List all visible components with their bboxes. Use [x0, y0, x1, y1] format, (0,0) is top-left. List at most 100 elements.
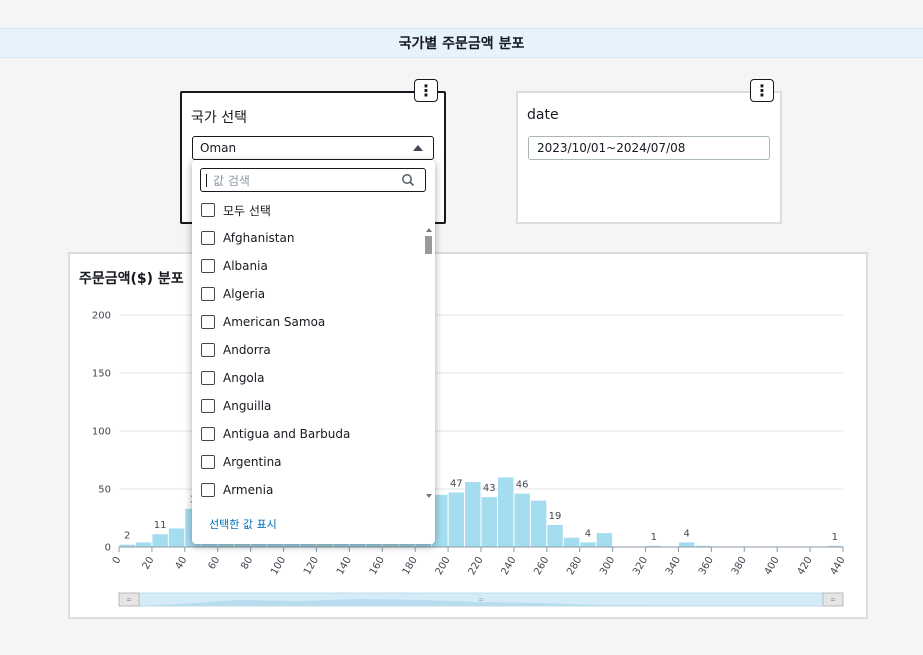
search-icon — [402, 174, 415, 187]
search-placeholder: 값 검색 — [213, 173, 250, 188]
histogram-bar[interactable] — [547, 524, 563, 547]
option-label: Afghanistan — [223, 231, 295, 245]
x-tick-label: 440 — [829, 555, 848, 577]
text-cursor — [206, 174, 207, 187]
x-tick-label: 160 — [368, 555, 387, 577]
x-tick-label: 120 — [302, 555, 321, 577]
checkbox[interactable] — [201, 455, 215, 469]
svg-text:=: = — [126, 596, 132, 604]
y-tick-label: 100 — [92, 427, 111, 438]
x-tick-label: 400 — [763, 555, 782, 577]
option-label: Armenia — [223, 483, 274, 497]
option-label: Antigua and Barbuda — [223, 427, 351, 441]
x-tick-label: 360 — [697, 555, 716, 577]
histogram-bar[interactable] — [580, 542, 596, 547]
checkbox[interactable] — [201, 231, 215, 245]
histogram-bar[interactable] — [563, 537, 580, 547]
x-tick-label: 100 — [269, 555, 288, 577]
option-argentina[interactable]: Argentina — [201, 448, 421, 476]
option-label: Anguilla — [223, 399, 272, 413]
country-dropdown-panel: 값 검색 모두 선택 Afghanistan Albania Algeria A… — [192, 160, 435, 544]
checkbox[interactable] — [201, 287, 215, 301]
dropdown-search-input[interactable]: 값 검색 — [200, 168, 426, 192]
option-afghanistan[interactable]: Afghanistan — [201, 224, 421, 252]
range-slider[interactable]: = = = — [118, 592, 844, 607]
histogram-bar[interactable] — [678, 542, 695, 547]
svg-text:=: = — [830, 596, 836, 604]
x-tick-label: 300 — [598, 555, 617, 577]
option-label: Angola — [223, 371, 265, 385]
checkbox[interactable] — [201, 399, 215, 413]
checkbox[interactable] — [201, 315, 215, 329]
x-tick-label: 180 — [401, 555, 420, 577]
x-tick-label: 80 — [239, 555, 255, 572]
x-tick-label: 320 — [631, 555, 650, 577]
bar-data-label: 19 — [549, 511, 562, 522]
x-tick-label: 420 — [796, 555, 815, 577]
checkbox[interactable] — [201, 343, 215, 357]
bar-data-label: 1 — [832, 532, 838, 543]
svg-text:=: = — [478, 596, 484, 604]
histogram-bar[interactable] — [481, 497, 497, 547]
option-american-samoa[interactable]: American Samoa — [201, 308, 421, 336]
option-select-all[interactable]: 모두 선택 — [201, 196, 421, 224]
histogram-bar[interactable] — [152, 534, 168, 547]
option-label: Albania — [223, 259, 268, 273]
x-tick-label: 20 — [141, 555, 157, 572]
histogram-bar[interactable] — [497, 477, 514, 547]
checkbox[interactable] — [201, 427, 215, 441]
scrollbar-thumb[interactable] — [425, 236, 432, 254]
option-angola[interactable]: Angola — [201, 364, 421, 392]
checkbox[interactable] — [201, 203, 215, 217]
option-anguilla[interactable]: Anguilla — [201, 392, 421, 420]
x-tick-label: 140 — [335, 555, 354, 577]
y-tick-label: 50 — [98, 485, 111, 496]
checkbox[interactable] — [201, 483, 215, 497]
bar-data-label: 46 — [516, 480, 529, 491]
x-tick-label: 340 — [664, 555, 683, 577]
y-tick-label: 200 — [92, 311, 111, 322]
option-antigua-and-barbuda[interactable]: Antigua and Barbuda — [201, 420, 421, 448]
scroll-up-icon[interactable] — [426, 228, 432, 232]
histogram-bar[interactable] — [530, 500, 547, 547]
option-albania[interactable]: Albania — [201, 252, 421, 280]
y-tick-label: 150 — [92, 369, 111, 380]
bar-data-label: 4 — [683, 528, 689, 539]
option-label: Argentina — [223, 455, 282, 469]
histogram-bar[interactable] — [465, 482, 481, 547]
histogram-bar[interactable] — [596, 533, 613, 547]
dropdown-scrollbar[interactable] — [425, 228, 433, 498]
histogram-bar[interactable] — [448, 492, 465, 547]
checkbox[interactable] — [201, 259, 215, 273]
option-andorra[interactable]: Andorra — [201, 336, 421, 364]
x-tick-label: 240 — [499, 555, 518, 577]
bar-data-label: 47 — [450, 478, 463, 489]
x-tick-label: 60 — [206, 555, 222, 572]
x-tick-label: 220 — [467, 555, 486, 577]
histogram-bar[interactable] — [135, 542, 152, 547]
bar-data-label: 11 — [154, 520, 167, 531]
histogram-chart: 2113474346194141 05010015020002040608010… — [92, 311, 848, 607]
option-label: American Samoa — [223, 315, 326, 329]
x-tick-label: 380 — [730, 555, 749, 577]
x-tick-label: 260 — [532, 555, 551, 577]
bar-data-label: 43 — [483, 483, 496, 494]
y-tick-label: 0 — [105, 543, 111, 554]
option-armenia[interactable]: Armenia — [201, 476, 421, 504]
histogram-bar[interactable] — [514, 493, 530, 547]
bar-data-label: 2 — [124, 531, 130, 542]
bar-data-label: 4 — [585, 528, 591, 539]
option-label: Algeria — [223, 287, 266, 301]
scroll-down-icon[interactable] — [426, 494, 432, 498]
x-tick-label: 280 — [565, 555, 584, 577]
show-selected-values-link[interactable]: 선택한 값 표시 — [209, 516, 277, 532]
bar-data-label: 1 — [651, 532, 657, 543]
option-label: Andorra — [223, 343, 271, 357]
x-tick-label: 200 — [434, 555, 453, 577]
option-algeria[interactable]: Algeria — [201, 280, 421, 308]
x-tick-label: 0 — [111, 555, 124, 566]
checkbox[interactable] — [201, 371, 215, 385]
option-label: 모두 선택 — [223, 203, 271, 218]
histogram-bar[interactable] — [168, 528, 185, 547]
x-tick-label: 40 — [174, 555, 190, 572]
